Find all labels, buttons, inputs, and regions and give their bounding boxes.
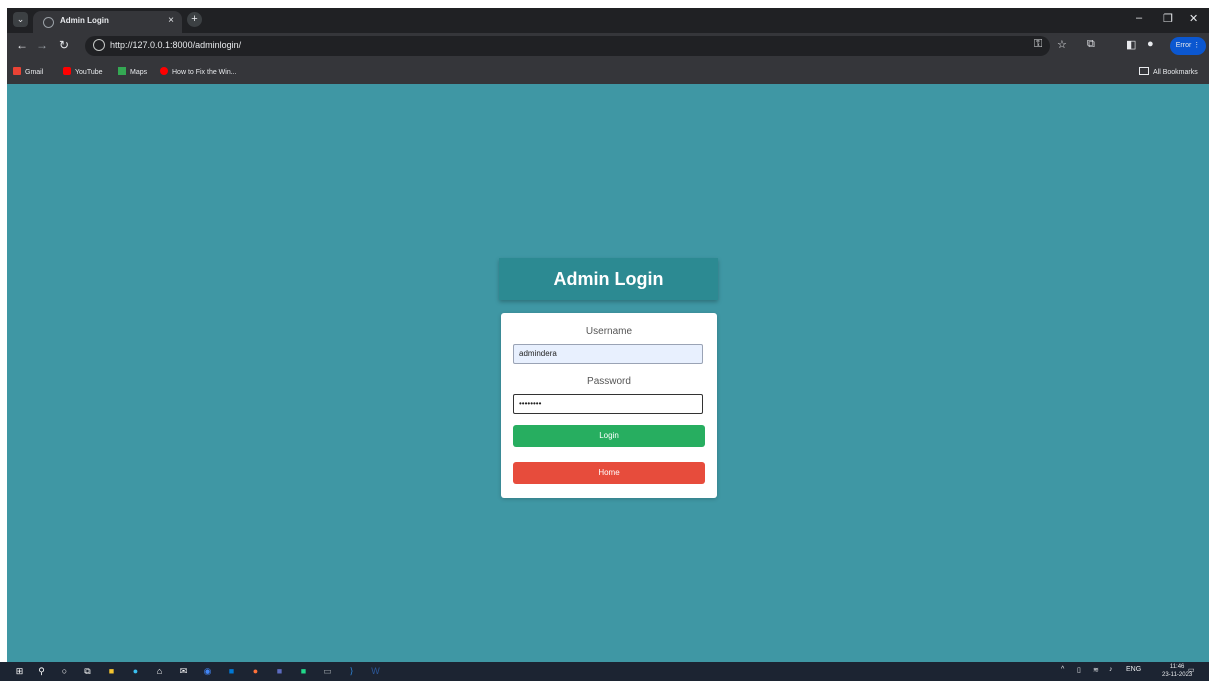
- password-label: Password: [587, 376, 631, 387]
- screen: ⌄ Admin Login × + – ❐ ✕ ← → ↻ http://127…: [0, 0, 1209, 681]
- login-button[interactable]: Login: [513, 425, 705, 447]
- tab-title: Admin Login: [60, 16, 109, 25]
- word-icon[interactable]: W: [369, 665, 382, 678]
- bookmark-star-icon[interactable]: ☆: [1057, 38, 1067, 51]
- youtube-icon: [160, 67, 168, 75]
- password-key-icon[interactable]: ⚿: [1034, 38, 1042, 51]
- bookmark-label: Maps: [130, 69, 148, 76]
- bookmark-label: How to Fix the Win...: [172, 69, 237, 76]
- forward-icon[interactable]: →: [36, 38, 48, 52]
- edge-icon[interactable]: ●: [129, 665, 142, 678]
- youtube-icon: [63, 67, 71, 75]
- tab-search-icon[interactable]: ⌄: [13, 12, 28, 27]
- language-indicator[interactable]: ENG: [1126, 666, 1141, 673]
- side-panel-icon[interactable]: ◧: [1126, 38, 1136, 51]
- bookmark-how-to-fix[interactable]: How to Fix the Win...: [160, 67, 237, 76]
- task-view-icon[interactable]: ⧉: [81, 665, 94, 678]
- back-icon[interactable]: ←: [16, 38, 28, 52]
- bookmark-label: Gmail: [25, 69, 44, 76]
- search-icon[interactable]: ⚲: [35, 665, 48, 678]
- profile-icon[interactable]: ●: [1147, 38, 1154, 50]
- tray-chevron-icon[interactable]: ^: [1061, 666, 1064, 673]
- wifi-icon[interactable]: ≋: [1093, 666, 1099, 674]
- mail-icon[interactable]: ✉: [177, 665, 190, 678]
- profile-error-button[interactable]: Error ⋮: [1170, 37, 1206, 55]
- cortana-icon[interactable]: ○: [58, 665, 71, 678]
- login-header: Admin Login: [499, 258, 718, 300]
- app-icon[interactable]: ■: [225, 665, 238, 678]
- terminal-icon[interactable]: ▭: [321, 665, 334, 678]
- store-icon[interactable]: ⌂: [153, 665, 166, 678]
- username-label: Username: [585, 326, 633, 337]
- bookmark-maps[interactable]: Maps: [118, 67, 147, 76]
- vscode-icon[interactable]: ⟩: [345, 665, 358, 678]
- pycharm-icon[interactable]: ■: [297, 665, 310, 678]
- volume-icon[interactable]: ♪: [1109, 666, 1113, 673]
- bookmark-gmail[interactable]: Gmail: [13, 67, 43, 76]
- folder-icon: [1139, 67, 1149, 75]
- page-favicon-icon: [43, 17, 54, 28]
- password-input[interactable]: ••••••••: [513, 394, 703, 414]
- address-bar[interactable]: http://127.0.0.1:8000/adminlogin/: [85, 36, 1050, 56]
- browser-toolbar: ← → ↻ http://127.0.0.1:8000/adminlogin/ …: [7, 33, 1209, 59]
- windows-start-icon[interactable]: ⊞: [13, 665, 26, 678]
- minimize-icon[interactable]: –: [1136, 12, 1142, 24]
- home-button[interactable]: Home: [513, 462, 705, 484]
- page-content: Admin Login Username admindera Password …: [7, 84, 1209, 662]
- profile-error-label: Error: [1175, 42, 1192, 49]
- login-form: Username admindera Password •••••••• Log…: [501, 313, 717, 498]
- all-bookmarks-label: All Bookmarks: [1153, 69, 1198, 76]
- gmail-icon: [13, 67, 21, 75]
- maps-icon: [118, 67, 126, 75]
- firefox-icon[interactable]: ●: [249, 665, 262, 678]
- site-info-icon[interactable]: [93, 39, 105, 51]
- page-title: Admin Login: [553, 269, 664, 289]
- tab-strip: ⌄ Admin Login × + – ❐ ✕: [7, 8, 1209, 33]
- file-explorer-icon[interactable]: ■: [105, 665, 118, 678]
- battery-icon[interactable]: ▯: [1077, 666, 1081, 674]
- restore-icon[interactable]: ❐: [1163, 12, 1173, 25]
- tab-admin-login[interactable]: Admin Login ×: [33, 11, 182, 33]
- bookmark-youtube[interactable]: YouTube: [63, 67, 103, 76]
- new-tab-icon[interactable]: +: [187, 12, 202, 27]
- notification-icon[interactable]: ▭: [1188, 666, 1195, 674]
- close-window-icon[interactable]: ✕: [1189, 12, 1198, 25]
- close-tab-icon[interactable]: ×: [168, 15, 174, 26]
- reload-icon[interactable]: ↻: [59, 38, 69, 52]
- windows-taskbar: ⊞ ⚲ ○ ⧉ ■ ● ⌂ ✉ ◉ ■ ● ■ ■ ▭ ⟩ W ^ ▯ ≋ ♪ …: [0, 662, 1209, 681]
- username-input[interactable]: admindera: [513, 344, 703, 364]
- all-bookmarks-button[interactable]: All Bookmarks: [1139, 67, 1198, 76]
- url-text[interactable]: http://127.0.0.1:8000/adminlogin/: [110, 40, 241, 50]
- bookmark-label: YouTube: [75, 69, 103, 76]
- app-icon[interactable]: ■: [273, 665, 286, 678]
- extensions-icon[interactable]: ⧉: [1087, 38, 1095, 51]
- browser-chrome: ⌄ Admin Login × + – ❐ ✕ ← → ↻ http://127…: [7, 8, 1209, 84]
- bookmarks-bar: Gmail YouTube Maps How to Fix the Win...…: [7, 59, 1209, 84]
- chrome-icon[interactable]: ◉: [201, 665, 214, 678]
